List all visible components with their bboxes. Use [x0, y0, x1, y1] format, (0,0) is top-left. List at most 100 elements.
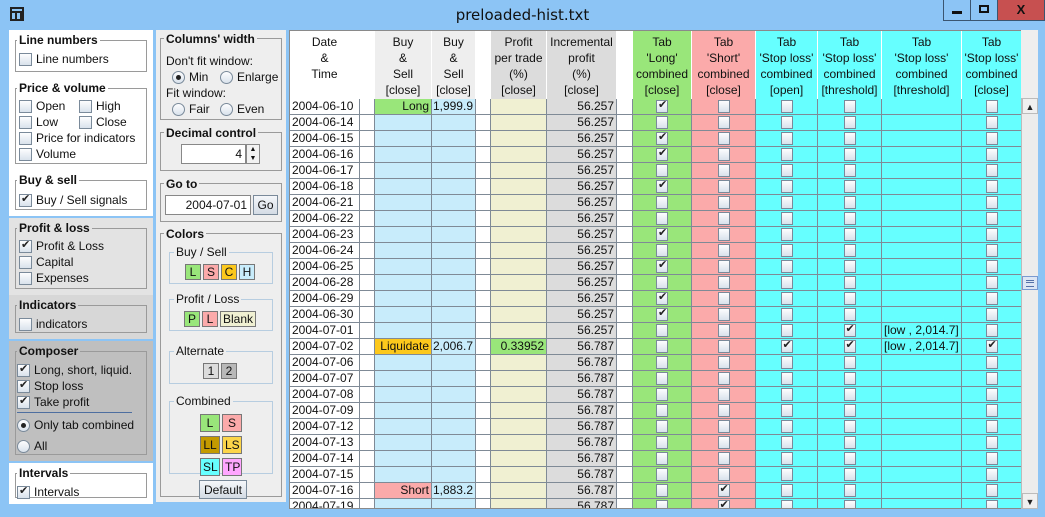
row-checkbox[interactable] — [656, 116, 668, 129]
row-checkbox[interactable] — [717, 356, 730, 369]
row-checkbox[interactable] — [780, 148, 793, 161]
table-row[interactable]: 2004-06-21 56.257 — [290, 195, 1022, 211]
row-checkbox[interactable] — [985, 404, 998, 417]
row-checkbox[interactable] — [656, 484, 668, 497]
row-checkbox[interactable] — [656, 340, 668, 353]
row-checkbox[interactable] — [985, 324, 998, 337]
buy-sell-color-l[interactable]: L — [185, 264, 201, 280]
go-to-date-input[interactable]: 2004-07-01 — [165, 195, 251, 215]
row-checkbox[interactable] — [780, 212, 793, 225]
row-checkbox[interactable] — [717, 212, 730, 225]
column-header-profit[interactable]: Profit per trade (%) [close] — [491, 31, 547, 99]
row-checkbox[interactable] — [656, 404, 668, 417]
all-radio[interactable]: All — [17, 439, 47, 453]
row-checkbox[interactable] — [843, 420, 856, 433]
table-row[interactable]: 2004-06-23 56.257 — [290, 227, 1022, 243]
row-checkbox[interactable] — [780, 164, 793, 177]
row-checkbox[interactable] — [780, 276, 793, 289]
row-checkbox[interactable] — [656, 356, 668, 369]
row-checkbox[interactable] — [985, 148, 998, 161]
row-checkbox[interactable] — [843, 100, 856, 113]
column-header-sl-thr[interactable]: Tab 'Stop loss' combined [threshold] — [818, 31, 882, 99]
capital-checkbox[interactable]: Capital — [19, 255, 73, 269]
decimal-input[interactable]: 4 — [181, 144, 246, 164]
row-checkbox[interactable] — [656, 291, 668, 305]
row-checkbox[interactable] — [717, 468, 730, 481]
row-checkbox[interactable] — [780, 180, 793, 193]
maximize-button[interactable] — [971, 0, 998, 20]
row-checkbox[interactable] — [656, 324, 668, 337]
table-row[interactable]: 2004-07-19 56.787 — [290, 499, 1022, 508]
row-checkbox[interactable] — [985, 164, 998, 177]
row-checkbox[interactable] — [985, 260, 998, 273]
table-row[interactable]: 2004-07-01 56.257 [low , 2,014.7] — [290, 323, 1022, 339]
column-header-price[interactable]: Buy & Sell [close] — [432, 31, 476, 99]
row-checkbox[interactable] — [717, 436, 730, 449]
row-checkbox[interactable] — [985, 436, 998, 449]
row-checkbox[interactable] — [717, 452, 730, 465]
table-row[interactable]: 2004-06-30 56.257 — [290, 307, 1022, 323]
row-checkbox[interactable] — [717, 164, 730, 177]
row-checkbox[interactable] — [985, 468, 998, 481]
table-row[interactable]: 2004-06-25 56.257 — [290, 259, 1022, 275]
table-row[interactable]: 2004-06-28 56.257 — [290, 275, 1022, 291]
table-row[interactable]: 2004-06-29 56.257 — [290, 291, 1022, 307]
row-checkbox[interactable] — [780, 308, 793, 321]
row-checkbox[interactable] — [656, 99, 668, 113]
column-header-blank2[interactable] — [476, 31, 491, 99]
row-checkbox[interactable] — [717, 276, 730, 289]
row-checkbox[interactable] — [985, 100, 998, 113]
row-checkbox[interactable] — [843, 500, 856, 508]
buy-sell-color-s[interactable]: S — [203, 264, 219, 280]
row-checkbox[interactable] — [780, 468, 793, 481]
column-header-incr[interactable]: Incremental profit (%) [close] — [547, 31, 617, 99]
combined-color-ll[interactable]: LL — [200, 436, 220, 454]
row-checkbox[interactable] — [717, 483, 730, 497]
row-checkbox[interactable] — [656, 276, 668, 289]
row-checkbox[interactable] — [985, 244, 998, 257]
row-checkbox[interactable] — [985, 292, 998, 305]
row-checkbox[interactable] — [843, 484, 856, 497]
row-checkbox[interactable] — [717, 132, 730, 145]
row-checkbox[interactable] — [780, 420, 793, 433]
row-checkbox[interactable] — [843, 228, 856, 241]
row-checkbox[interactable] — [656, 468, 668, 481]
row-checkbox[interactable] — [985, 308, 998, 321]
row-checkbox[interactable] — [780, 356, 793, 369]
open-checkbox[interactable]: Open — [19, 99, 65, 113]
row-checkbox[interactable] — [843, 180, 856, 193]
volume-checkbox[interactable]: Volume — [19, 147, 76, 161]
alternate-color-1[interactable]: 1 — [203, 363, 219, 379]
row-checkbox[interactable] — [985, 452, 998, 465]
take-profit-checkbox[interactable]: Take profit — [17, 394, 89, 409]
scrollbar-thumb[interactable] — [1022, 276, 1038, 290]
profit-loss-color-l[interactable]: L — [201, 311, 218, 327]
row-checkbox[interactable] — [656, 179, 668, 193]
row-checkbox[interactable] — [843, 244, 856, 257]
row-checkbox[interactable] — [843, 339, 856, 353]
table-row[interactable]: 2004-06-18 56.257 — [290, 179, 1022, 195]
row-checkbox[interactable] — [985, 180, 998, 193]
column-header-sl-close[interactable]: Tab 'Stop loss' combined [close] — [962, 31, 1022, 99]
row-checkbox[interactable] — [780, 484, 793, 497]
minimize-button[interactable] — [944, 0, 971, 20]
alternate-color-2[interactable]: 2 — [221, 363, 237, 379]
long-short-liquid-checkbox[interactable]: Long, short, liquid. — [17, 362, 132, 377]
row-checkbox[interactable] — [656, 372, 668, 385]
row-checkbox[interactable] — [843, 132, 856, 145]
row-checkbox[interactable] — [843, 148, 856, 161]
row-checkbox[interactable] — [717, 244, 730, 257]
row-checkbox[interactable] — [656, 164, 668, 177]
row-checkbox[interactable] — [985, 228, 998, 241]
row-checkbox[interactable] — [985, 196, 998, 209]
row-checkbox[interactable] — [780, 452, 793, 465]
row-checkbox[interactable] — [843, 404, 856, 417]
row-checkbox[interactable] — [717, 324, 730, 337]
row-checkbox[interactable] — [717, 100, 730, 113]
row-checkbox[interactable] — [780, 132, 793, 145]
row-checkbox[interactable] — [717, 308, 730, 321]
row-checkbox[interactable] — [985, 372, 998, 385]
row-checkbox[interactable] — [717, 420, 730, 433]
row-checkbox[interactable] — [780, 260, 793, 273]
row-checkbox[interactable] — [985, 420, 998, 433]
